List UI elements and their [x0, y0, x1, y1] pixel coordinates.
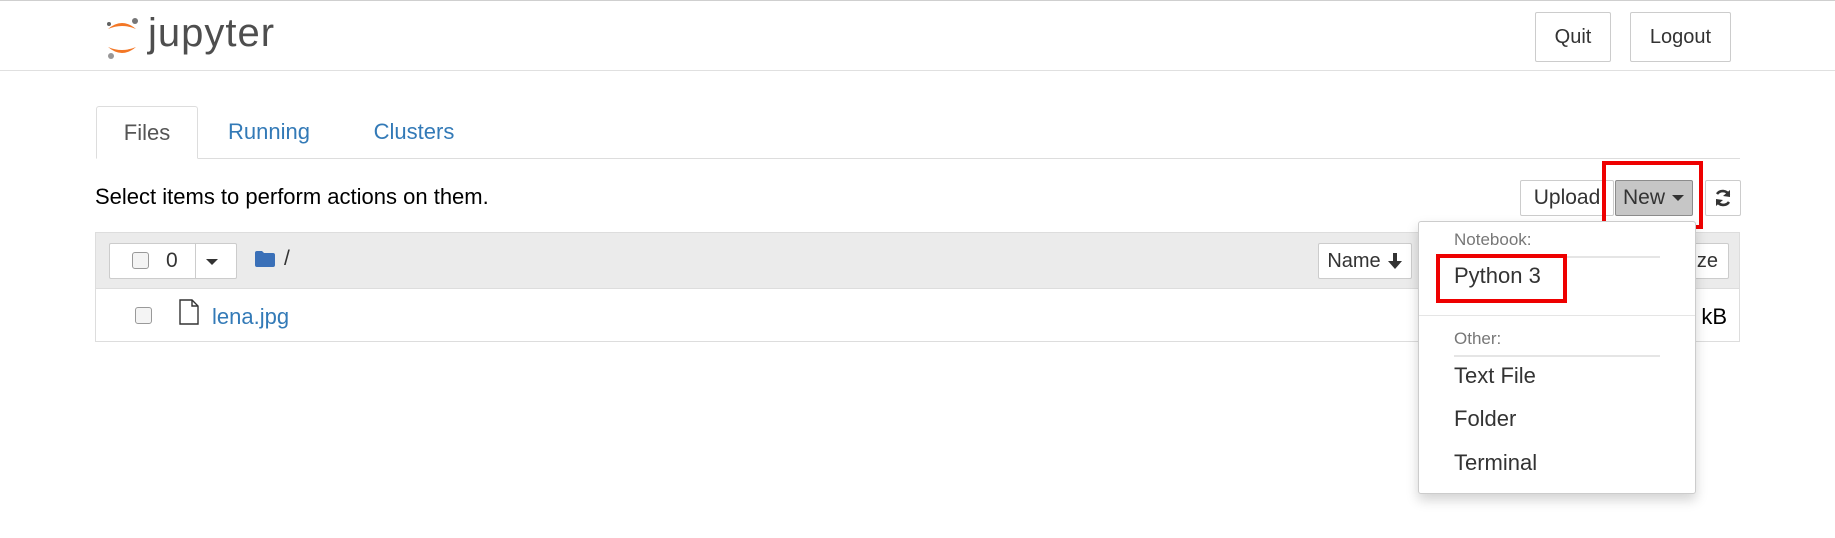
menu-item-text-file[interactable]: Text File: [1454, 363, 1536, 389]
tab-bar: Files Running Clusters: [96, 106, 1740, 159]
logout-button[interactable]: Logout: [1630, 12, 1731, 62]
new-dropdown-menu: Notebook: Python 3 Other: Text File Fold…: [1418, 221, 1696, 494]
menu-item-folder[interactable]: Folder: [1454, 406, 1516, 432]
instructions-text: Select items to perform actions on them.: [95, 184, 489, 209]
breadcrumb-root[interactable]: /: [284, 247, 290, 271]
refresh-button[interactable]: [1705, 180, 1741, 216]
tab-files[interactable]: Files: [96, 106, 198, 159]
upload-button[interactable]: Upload: [1520, 180, 1614, 216]
logo-text: jupyter: [148, 11, 276, 55]
new-button-highlight: [1602, 161, 1703, 229]
menu-divider: [1419, 315, 1695, 316]
select-all-checkbox[interactable]: [132, 252, 149, 269]
breadcrumb: /: [254, 247, 290, 271]
selected-count: 0: [166, 249, 178, 272]
jupyter-logo[interactable]: jupyter: [102, 13, 275, 63]
menu-header-other: Other:: [1454, 329, 1502, 348]
quit-button[interactable]: Quit: [1535, 12, 1611, 62]
arrow-down-icon: [1387, 253, 1402, 269]
tab-clusters[interactable]: Clusters: [358, 106, 470, 158]
menu-item-terminal[interactable]: Terminal: [1454, 450, 1537, 476]
jupyter-logo-icon: [107, 18, 138, 59]
header-bar: jupyter Quit Logout: [0, 0, 1835, 71]
name-sort-button[interactable]: Name: [1318, 243, 1412, 279]
select-group[interactable]: 0: [109, 243, 237, 279]
folder-icon[interactable]: [254, 250, 276, 268]
name-column-label: Name: [1327, 249, 1381, 272]
python3-highlight: [1436, 254, 1567, 303]
tab-running[interactable]: Running: [214, 106, 324, 158]
refresh-icon: [1715, 189, 1731, 207]
file-icon: [179, 299, 199, 325]
menu-header-notebook: Notebook:: [1454, 230, 1532, 249]
file-checkbox[interactable]: [135, 307, 152, 324]
menu-separator: [1454, 355, 1660, 357]
select-all-area[interactable]: 0: [110, 244, 196, 278]
file-name-link[interactable]: lena.jpg: [212, 304, 289, 330]
file-size: kB: [1701, 304, 1727, 329]
caret-down-icon[interactable]: [205, 258, 219, 266]
